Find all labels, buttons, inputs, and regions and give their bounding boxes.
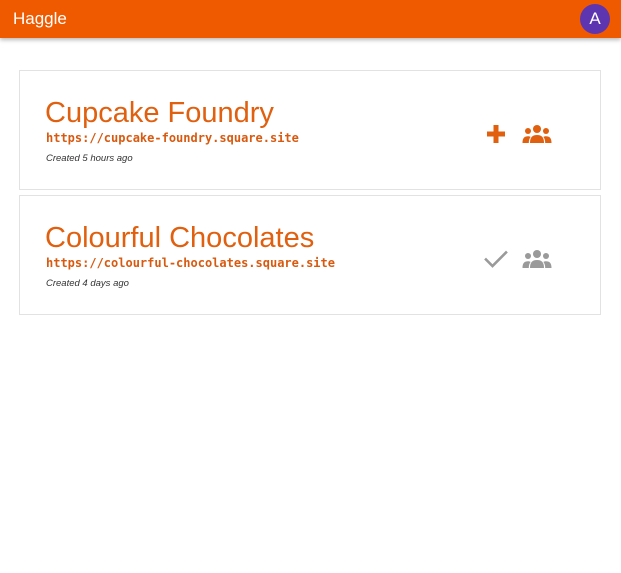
join-button[interactable] <box>481 121 511 147</box>
user-avatar[interactable]: A <box>580 4 610 34</box>
shop-name: Colourful Chocolates <box>45 222 315 254</box>
shop-card[interactable]: Cupcake Foundry https://cupcake-foundry.… <box>19 70 601 190</box>
members-button[interactable] <box>522 121 552 147</box>
app-bar: Haggle A <box>0 0 621 38</box>
shop-card[interactable]: Colourful Chocolates https://colourful-c… <box>19 195 601 315</box>
members-button[interactable] <box>522 246 552 272</box>
joined-button[interactable] <box>481 246 511 272</box>
shop-created-time: Created 4 days ago <box>46 278 129 289</box>
plus-icon <box>487 125 505 143</box>
group-icon <box>522 250 552 268</box>
shop-name: Cupcake Foundry <box>45 97 274 129</box>
shop-url[interactable]: https://colourful-chocolates.square.site <box>46 256 335 270</box>
app-title: Haggle <box>13 9 67 28</box>
shop-created-time: Created 5 hours ago <box>46 153 133 164</box>
group-icon <box>522 125 552 143</box>
check-icon <box>484 250 508 268</box>
shop-url[interactable]: https://cupcake-foundry.square.site <box>46 131 299 145</box>
